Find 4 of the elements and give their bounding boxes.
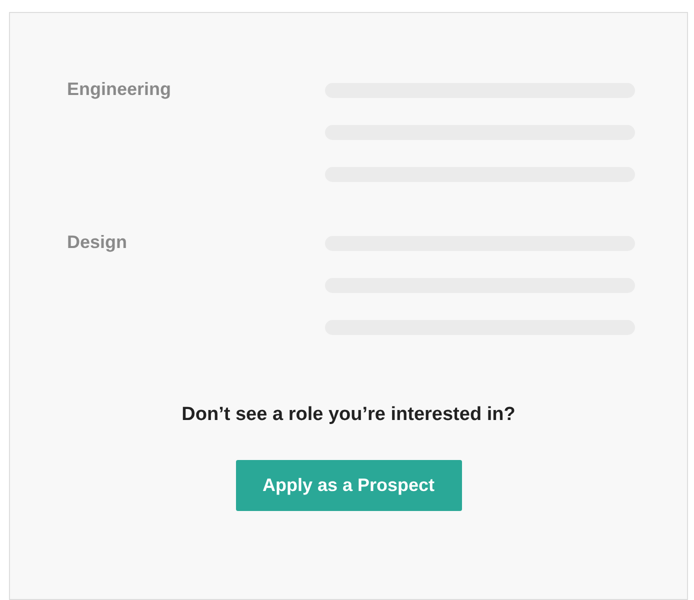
apply-button[interactable]: Apply as a Prospect <box>236 460 462 510</box>
section-title: Design <box>67 232 128 254</box>
prompt-text: Don’t see a role you’re interested in? <box>182 403 516 427</box>
section-title: Engineering <box>67 79 172 101</box>
